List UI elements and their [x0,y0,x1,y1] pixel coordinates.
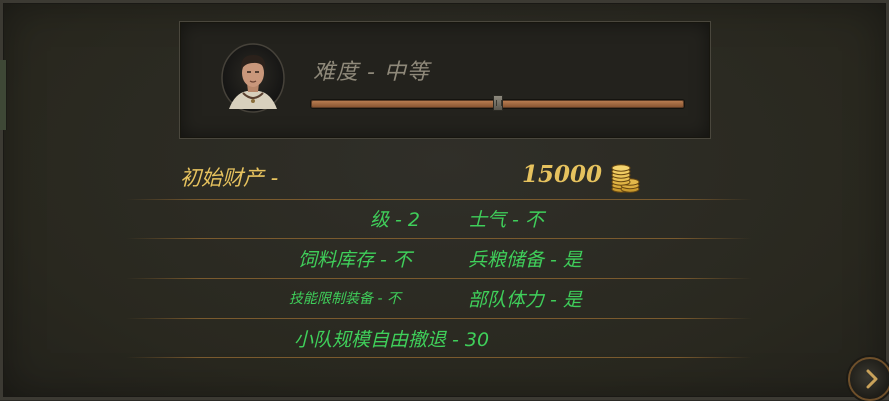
commander-portrait [221,43,285,113]
option-rations[interactable]: 兵粮储备 - 是 [468,245,582,272]
option-morale[interactable]: 士气 - 不 [468,205,544,232]
chevron-right-icon [866,369,878,389]
row-divider [126,238,752,239]
difficulty-label: 难度 - 中等 [313,60,430,85]
starting-wealth-label: 初始财产 - [180,166,279,190]
row-divider [126,318,752,319]
row-divider [126,357,752,358]
side-tab[interactable] [0,60,7,130]
option-forage-stock[interactable]: 饲料库存 - 不 [298,245,412,272]
option-stamina[interactable]: 部队体力 - 是 [468,285,582,312]
starting-wealth-value: 15000 [522,161,603,188]
row-divider [126,199,752,200]
difficulty-slider-handle[interactable] [492,95,503,111]
option-level[interactable]: 级 - 2 [370,205,420,232]
gold-coins-icon [611,164,640,193]
next-button[interactable] [848,357,889,401]
row-divider [126,278,752,279]
option-squad-retreat[interactable]: 小队规模自由撤退 - 30 [294,325,489,352]
option-skill-equip-limit[interactable]: 技能限制装备 - 不 [289,288,401,308]
